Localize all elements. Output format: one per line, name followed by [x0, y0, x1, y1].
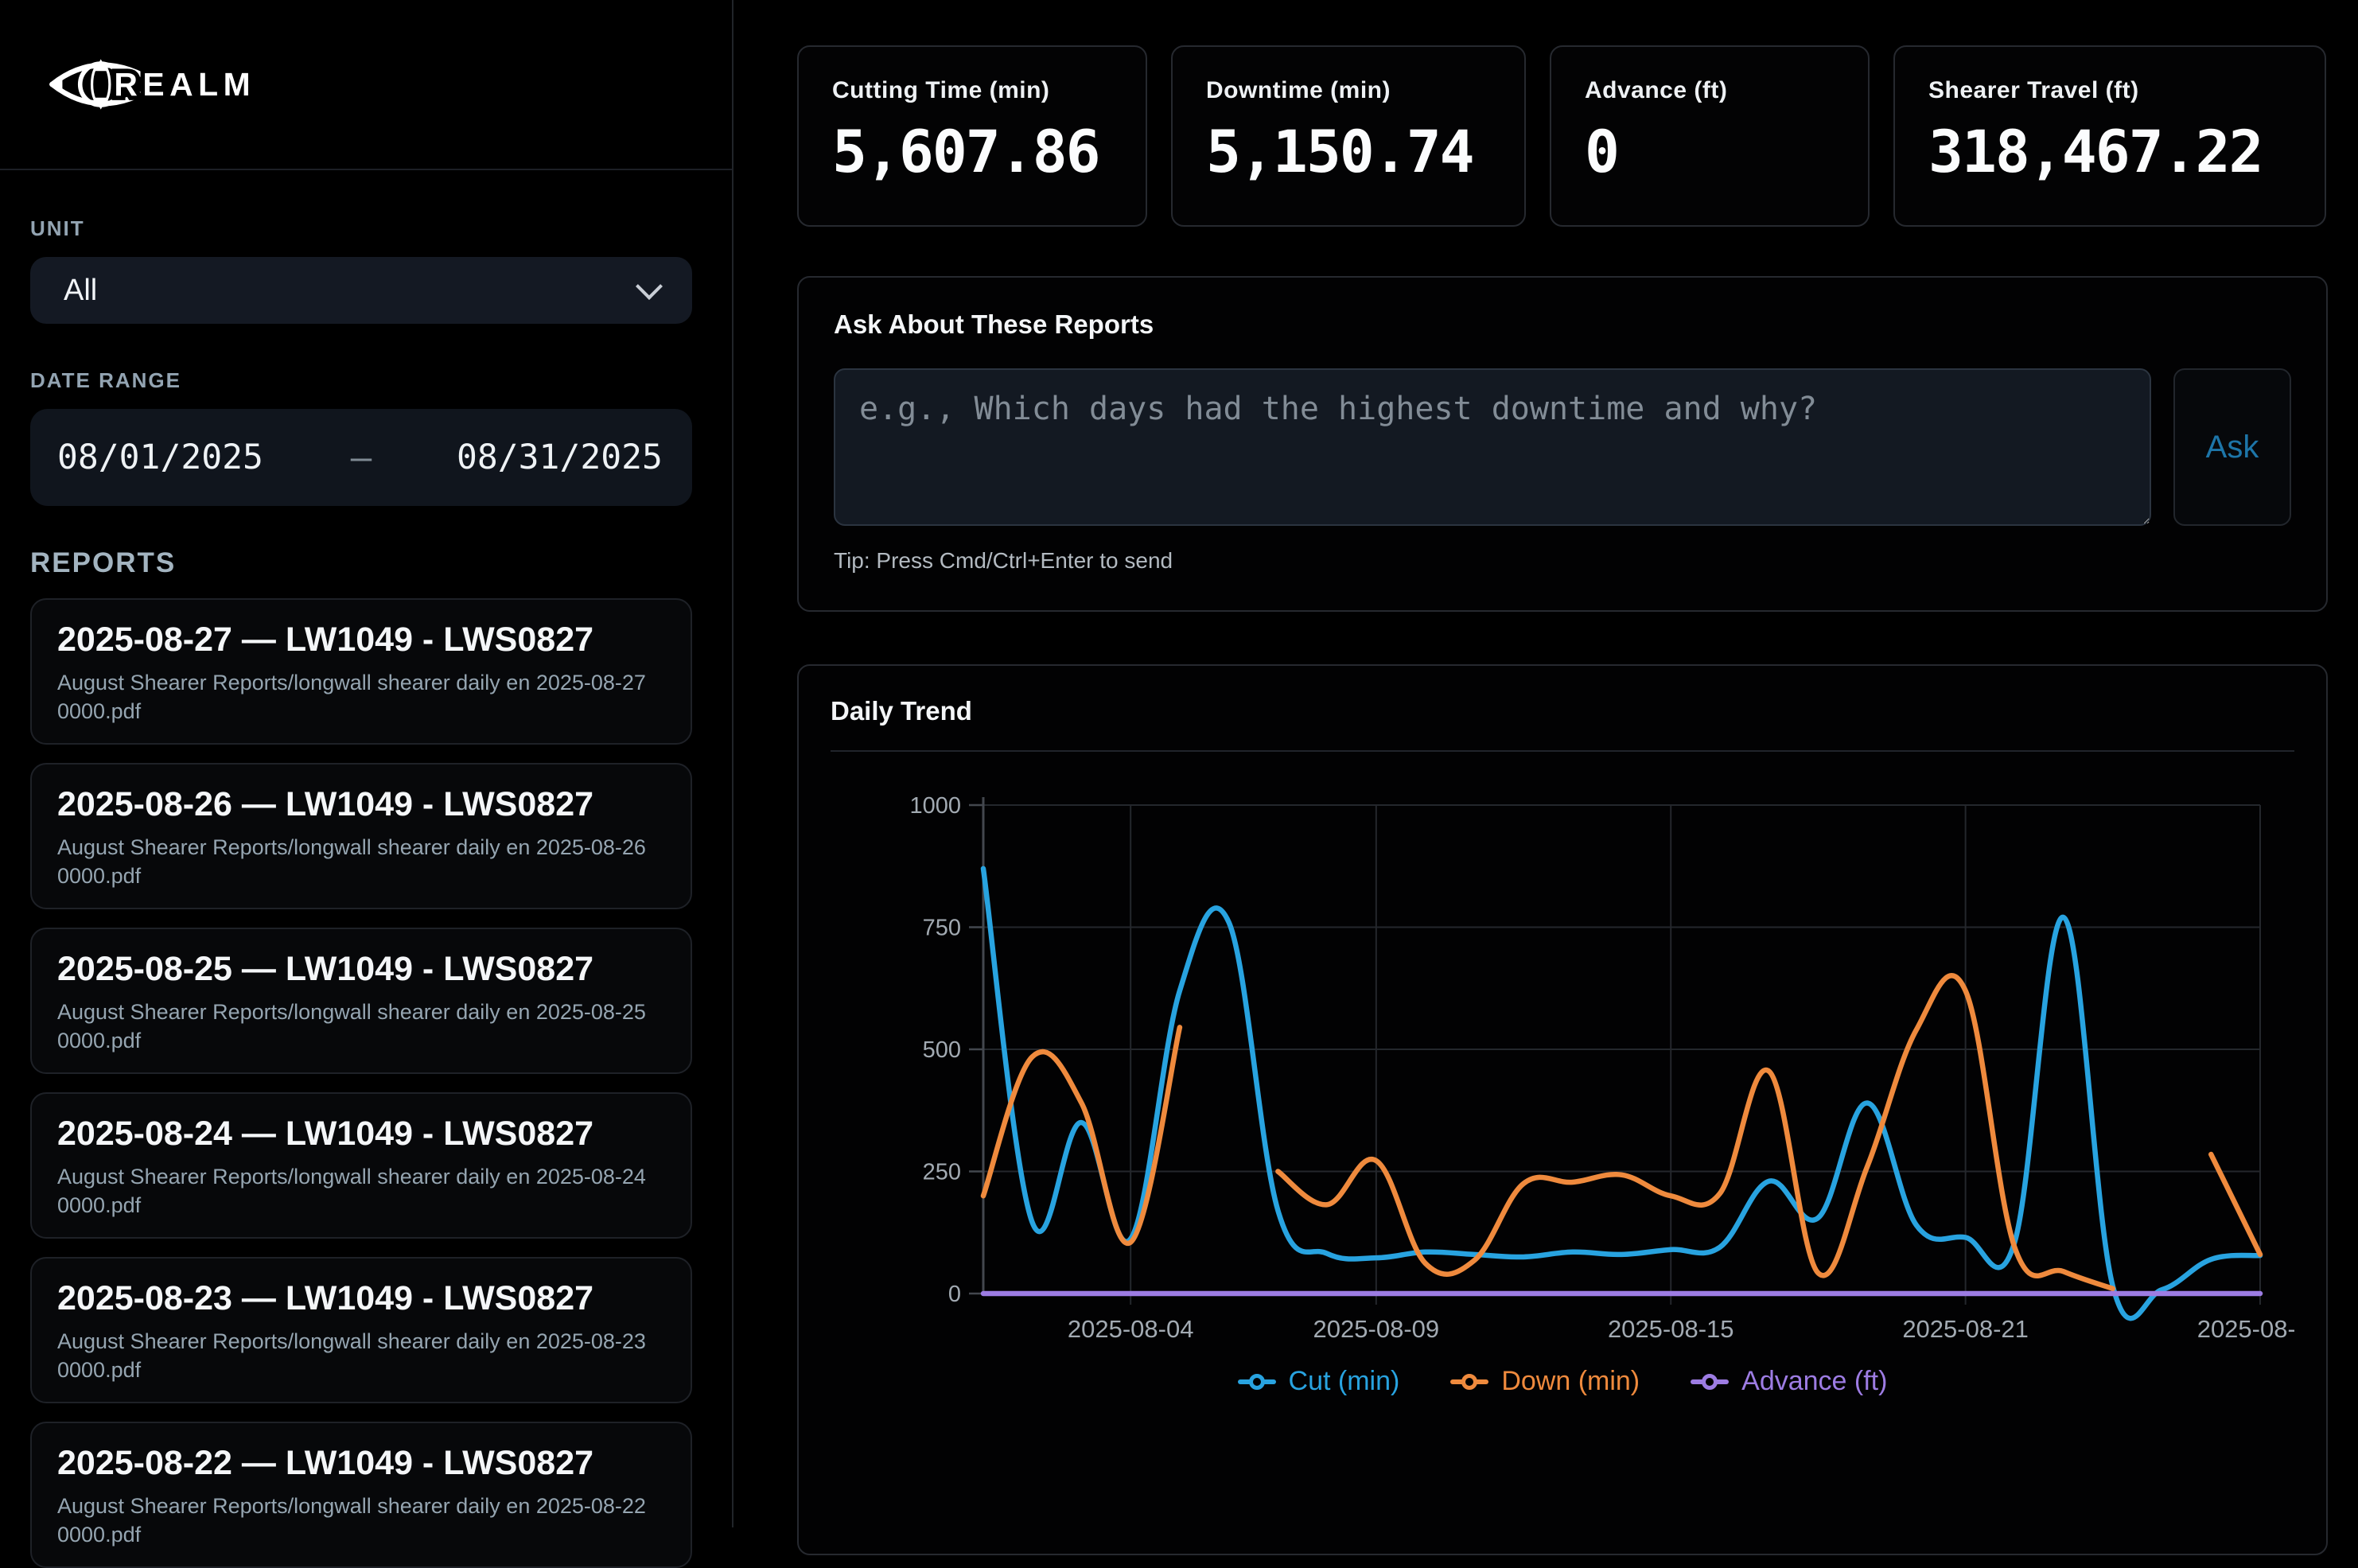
legend-line-dot-icon: [1238, 1374, 1276, 1390]
stat-value: 0: [1585, 119, 1835, 186]
app-root: REALM UNIT All DATE RANGE – REPORTS 2025…: [0, 0, 2358, 1527]
svg-text:2025-08-15: 2025-08-15: [1608, 1315, 1734, 1343]
sidebar: REALM UNIT All DATE RANGE – REPORTS 2025…: [0, 0, 733, 1527]
stat-value: 5,607.86: [832, 119, 1112, 186]
unit-select[interactable]: All: [30, 257, 692, 324]
report-list-item[interactable]: 2025-08-27 — LW1049 - LWS0827 August She…: [30, 598, 692, 745]
stat-card-downtime: Downtime (min) 5,150.74: [1171, 45, 1526, 227]
stat-card-shearer-travel: Shearer Travel (ft) 318,467.22: [1893, 45, 2326, 227]
ask-panel: Ask About These Reports Ask Tip: Press C…: [797, 276, 2328, 612]
date-start-input[interactable]: [57, 438, 266, 477]
report-list-item[interactable]: 2025-08-26 — LW1049 - LWS0827 August She…: [30, 763, 692, 909]
date-range-picker: –: [30, 409, 692, 506]
legend-line-dot-icon: [1691, 1374, 1729, 1390]
report-list-item[interactable]: 2025-08-23 — LW1049 - LWS0827 August She…: [30, 1257, 692, 1403]
unit-select-value: All: [64, 274, 97, 308]
date-end-input[interactable]: [457, 438, 665, 477]
stat-label: Downtime (min): [1206, 77, 1491, 104]
report-title: 2025-08-25 — LW1049 - LWS0827: [57, 950, 665, 989]
legend-label: Advance (ft): [1741, 1366, 1887, 1397]
stats-row: Cutting Time (min) 5,607.86 Downtime (mi…: [797, 45, 2328, 227]
ask-panel-title: Ask About These Reports: [834, 309, 2291, 340]
report-list-item[interactable]: 2025-08-24 — LW1049 - LWS0827 August She…: [30, 1092, 692, 1239]
stat-card-cutting-time: Cutting Time (min) 5,607.86: [797, 45, 1147, 227]
chart-title: Daily Trend: [831, 696, 2294, 726]
report-subtitle: August Shearer Reports/longwall shearer …: [57, 834, 665, 891]
report-subtitle: August Shearer Reports/longwall shearer …: [57, 1492, 665, 1550]
report-subtitle: August Shearer Reports/longwall shearer …: [57, 1328, 665, 1385]
date-range-label: DATE RANGE: [30, 368, 692, 393]
report-subtitle: August Shearer Reports/longwall shearer …: [57, 669, 665, 726]
stat-label: Shearer Travel (ft): [1928, 77, 2291, 104]
legend-line-dot-icon: [1450, 1374, 1488, 1390]
stat-label: Advance (ft): [1585, 77, 1835, 104]
question-textarea[interactable]: [834, 368, 2151, 526]
sidebar-filters: UNIT All DATE RANGE – REPORTS 2025-08-27…: [0, 170, 732, 1568]
panel-divider: [831, 750, 2294, 752]
report-title: 2025-08-22 — LW1049 - LWS0827: [57, 1444, 665, 1483]
svg-text:2025-08-04: 2025-08-04: [1068, 1315, 1194, 1343]
daily-trend-chart: 0 250 500 750 1000 2025-08-04 2025-08-09 2025-0…: [831, 776, 2294, 1348]
sidebar-header: REALM: [0, 0, 732, 170]
ask-button[interactable]: Ask: [2173, 368, 2291, 526]
legend-label: Cut (min): [1289, 1366, 1400, 1397]
chevron-down-icon: [636, 273, 663, 300]
ask-input-row: Ask: [834, 368, 2291, 526]
report-subtitle: August Shearer Reports/longwall shearer …: [57, 998, 665, 1056]
stat-card-advance: Advance (ft) 0: [1550, 45, 1870, 227]
report-title: 2025-08-24 — LW1049 - LWS0827: [57, 1115, 665, 1154]
report-title: 2025-08-27 — LW1049 - LWS0827: [57, 621, 665, 659]
stat-label: Cutting Time (min): [832, 77, 1112, 104]
svg-text:0: 0: [948, 1282, 961, 1307]
reports-label: REPORTS: [30, 547, 692, 579]
report-list-item[interactable]: 2025-08-22 — LW1049 - LWS0827 August She…: [30, 1422, 692, 1568]
svg-text:2025-08-21: 2025-08-21: [1902, 1315, 2029, 1343]
svg-text:750: 750: [923, 916, 961, 941]
svg-text:2025-08-27: 2025-08-27: [2197, 1315, 2294, 1343]
report-list-item[interactable]: 2025-08-25 — LW1049 - LWS0827 August She…: [30, 928, 692, 1074]
realm-logo-icon: REALM: [45, 53, 254, 115]
chart-legend: Cut (min) Down (min) Advance (ft): [831, 1366, 2294, 1397]
brand-wordmark: REALM: [114, 66, 254, 103]
daily-trend-panel: Daily Trend 0 250 500 750 1000 2025-08-04 2025…: [797, 664, 2328, 1555]
svg-text:2025-08-09: 2025-08-09: [1313, 1315, 1440, 1343]
svg-text:1000: 1000: [909, 793, 961, 819]
legend-label: Down (min): [1501, 1366, 1640, 1397]
report-subtitle: August Shearer Reports/longwall shearer …: [57, 1163, 665, 1220]
report-title: 2025-08-23 — LW1049 - LWS0827: [57, 1279, 665, 1318]
report-title: 2025-08-26 — LW1049 - LWS0827: [57, 785, 665, 824]
main-content: Cutting Time (min) 5,607.86 Downtime (mi…: [733, 0, 2358, 1527]
stat-value: 5,150.74: [1206, 119, 1491, 186]
svg-text:250: 250: [923, 1160, 961, 1185]
date-range-separator: –: [351, 438, 372, 478]
stat-value: 318,467.22: [1928, 119, 2291, 186]
reports-list: 2025-08-27 — LW1049 - LWS0827 August She…: [30, 598, 692, 1568]
ask-tip: Tip: Press Cmd/Ctrl+Enter to send: [834, 548, 2291, 574]
legend-item-cut[interactable]: Cut (min): [1238, 1366, 1400, 1397]
svg-text:500: 500: [923, 1037, 961, 1063]
legend-item-advance[interactable]: Advance (ft): [1691, 1366, 1887, 1397]
legend-item-down[interactable]: Down (min): [1450, 1366, 1640, 1397]
unit-label: UNIT: [30, 216, 692, 241]
